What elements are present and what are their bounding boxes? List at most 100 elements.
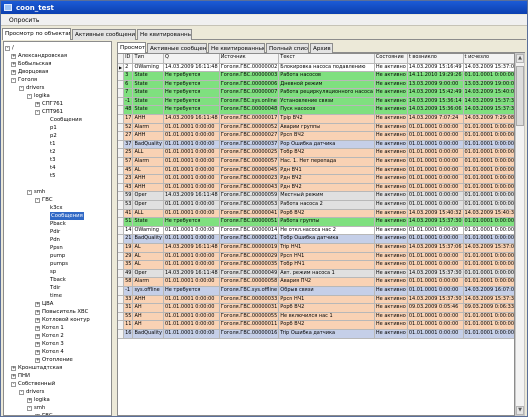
tab-by-objects[interactable]: Просмотр по объектам — [2, 28, 71, 40]
table-cell[interactable]: 14.03.2009 16:11:48 — [163, 63, 220, 73]
table-cell[interactable]: 11 — [123, 320, 134, 330]
table-cell[interactable]: 01.01.0001 0:00:00 — [163, 166, 220, 176]
table-cell[interactable]: 01.01.0001 0:00:00 — [463, 252, 514, 262]
table-cell[interactable]: Гоголя.ГВС.00000007 — [219, 88, 280, 98]
table-cell[interactable]: 01.01.0001 0:00:00 — [407, 123, 464, 133]
table-cell[interactable]: Не активно — [374, 260, 408, 270]
table-cell[interactable]: Гоголя.ГВС.00000029 — [219, 252, 280, 262]
table-cell[interactable]: Гоголя.ГВС.00000053 — [219, 200, 280, 210]
table-cell[interactable]: Не активно — [374, 71, 408, 81]
table-cell[interactable]: 13.03.2009 9:00:00 — [407, 80, 464, 90]
table-row[interactable]: 57 Alarm 01.01.0001 0:00:00 Гоголя.ГВС.0000… — [118, 157, 514, 167]
table-cell[interactable]: Гоголя.ГВС.00000023 — [219, 174, 280, 184]
table-cell[interactable]: Не требуется — [163, 97, 220, 107]
table-cell[interactable]: 01.01.0001 0:00:00 — [463, 269, 514, 279]
table-row[interactable]: 14 OWarning 01.01.0001 0:00:00 Гоголя.ГВС.0… — [118, 226, 514, 236]
table-cell[interactable]: Не активно — [374, 226, 408, 236]
table-cell[interactable]: Не активно — [374, 209, 408, 219]
table-cell[interactable]: Гоголя.ГВС.00000052 — [219, 123, 280, 133]
table-row[interactable]: 21 BadQuality 01.01.0001 0:00:00 Гоголя.ГВС… — [118, 234, 514, 244]
table-cell[interactable]: Нас. 1. Нет перепада — [278, 157, 375, 167]
table-cell[interactable]: AL — [132, 260, 164, 270]
table-cell[interactable]: Не активно — [374, 286, 408, 296]
table-cell[interactable]: Рор Ошибка датчика — [278, 140, 375, 150]
table-cell[interactable]: 01.01.0001 0:00:00 — [463, 71, 514, 81]
table-cell[interactable]: Гоголя.ГВС.00000051 — [219, 217, 280, 227]
tree-node[interactable]: drivers — [26, 388, 44, 396]
table-cell[interactable]: 29 — [123, 252, 134, 262]
table-cell[interactable]: 25 — [123, 148, 134, 159]
tab-active-messages[interactable]: Активные сообщения — [72, 29, 136, 40]
collapse-icon[interactable]: - — [5, 45, 10, 51]
collapse-icon[interactable]: - — [27, 405, 32, 411]
table-cell[interactable]: 01.01.0001 0:00:00 — [163, 148, 220, 159]
table-row[interactable]: 6 State Не требуется Гоголя.ГВС.00000006 Дне… — [118, 80, 514, 90]
table-cell[interactable]: State — [132, 88, 164, 98]
tree-node[interactable]: Tdir — [50, 284, 60, 292]
tree-node[interactable]: t4 — [50, 164, 55, 172]
table-cell[interactable]: 14.03.2009 15:37:30 — [407, 295, 464, 305]
table-cell[interactable]: 01.01.0001 0:00:00 — [163, 157, 220, 167]
tree-node[interactable]: Котловой контур — [42, 316, 90, 324]
expand-icon[interactable]: + — [11, 69, 16, 75]
table-cell[interactable]: 01.01.0001 0:00:00 — [463, 148, 514, 159]
table-cell[interactable]: Не активно — [374, 80, 408, 90]
table-cell[interactable]: State — [132, 71, 164, 81]
table-cell[interactable]: 14.03.2009 15:36:06 — [407, 105, 464, 116]
table-cell[interactable]: Не активно — [374, 269, 408, 279]
table-cell[interactable]: 01.01.0001 0:00:00 — [407, 174, 464, 184]
table-cell[interactable]: 01.01.0001 0:00:00 — [407, 312, 464, 322]
table-cell[interactable]: 01.01.0001 0:00:00 — [163, 312, 220, 322]
tree-node[interactable]: Ppsn — [50, 244, 63, 252]
table-cell[interactable]: 01.01.0001 0:00:00 — [463, 174, 514, 184]
table-cell[interactable]: Гоголя.ГВС.00000025 — [219, 148, 280, 159]
table-cell[interactable]: -1 — [123, 286, 134, 296]
table-cell[interactable]: 14.03.2009 16:11:48 — [163, 269, 220, 279]
collapse-icon[interactable]: - — [35, 109, 40, 115]
expand-icon[interactable]: + — [27, 397, 32, 403]
tree-node[interactable]: ЦВА — [42, 300, 53, 308]
table-cell[interactable]: 55 — [123, 312, 134, 322]
table-cell[interactable]: 01.01.0001 0:00:00 — [407, 200, 464, 210]
tree-node[interactable]: Котел 4 — [42, 348, 64, 356]
table-cell[interactable]: 6 — [123, 80, 134, 90]
table-cell[interactable]: Блокировка насоса подавлению — [278, 63, 375, 73]
tree-node[interactable]: Tback — [50, 276, 66, 284]
table-cell[interactable]: 01.01.0001 0:00:00 — [163, 200, 220, 210]
table-cell[interactable]: 01.01.0001 0:00:00 — [407, 234, 464, 244]
tree-node[interactable]: Pdir — [50, 228, 60, 236]
table-cell[interactable]: Не активно — [374, 105, 408, 116]
table-cell[interactable]: 01.01.0001 0:00:00 — [463, 260, 514, 270]
table-cell[interactable]: Не требуется — [163, 88, 220, 98]
collapse-icon[interactable]: - — [27, 93, 32, 99]
table-cell[interactable]: 13.03.2009 19:00:00 — [463, 80, 514, 90]
tree-node[interactable]: Котел 2 — [42, 332, 64, 340]
table-cell[interactable]: 14.03.2009 15:36:14 — [407, 97, 464, 107]
table-row[interactable]: 7 State Не требуется Гоголя.ГВС.00000007 Раб… — [118, 88, 514, 98]
table-cell[interactable]: Не активно — [374, 191, 408, 201]
table-cell[interactable]: 14.03.2009 15:37:01 — [463, 63, 514, 73]
table-cell[interactable]: 01.01.0001 0:00:00 — [463, 183, 514, 193]
expand-icon[interactable]: + — [35, 317, 40, 323]
tree-node[interactable]: sp — [50, 268, 56, 276]
menu-poll[interactable]: Опросить — [9, 17, 39, 24]
table-cell[interactable]: BadQuality — [132, 329, 164, 339]
table-cell[interactable]: 01.01.0001 0:00:00 — [163, 131, 220, 141]
table-cell[interactable]: Гоголя.ГВС.sys.offline — [219, 286, 280, 296]
table-cell[interactable]: Гоголя.ГВС.00000049 — [219, 269, 280, 279]
table-cell[interactable]: 01.01.0001 0:00:00 — [163, 209, 220, 219]
table-cell[interactable]: Работа рециркуляционного насоса — [278, 88, 375, 98]
table-cell[interactable]: 01.01.0001 0:00:00 — [407, 226, 464, 236]
table-cell[interactable]: 14.03.2009 16:11:48 — [163, 243, 220, 253]
tree-node[interactable]: / — [12, 44, 14, 52]
table-cell[interactable]: Гоголя.ГВС.00000058 — [219, 277, 280, 287]
table-cell[interactable]: 14.03.2009 15:37:06 — [407, 243, 464, 253]
table-cell[interactable]: 01.01.0001 0:00:00 — [163, 123, 220, 133]
table-row[interactable]: 43 AHH 01.01.0001 0:00:00 Гоголя.ГВС.000000… — [118, 183, 514, 193]
table-cell[interactable]: Oper — [132, 200, 164, 210]
table-cell[interactable]: 14.03.2009 15:37:30 — [463, 295, 514, 305]
table-cell[interactable]: Авт. режим насоса 1 — [278, 269, 375, 279]
table-cell[interactable]: Не активно — [374, 277, 408, 287]
table-cell[interactable]: Не активно — [374, 217, 408, 227]
table-cell[interactable]: Не требуется — [163, 217, 220, 227]
